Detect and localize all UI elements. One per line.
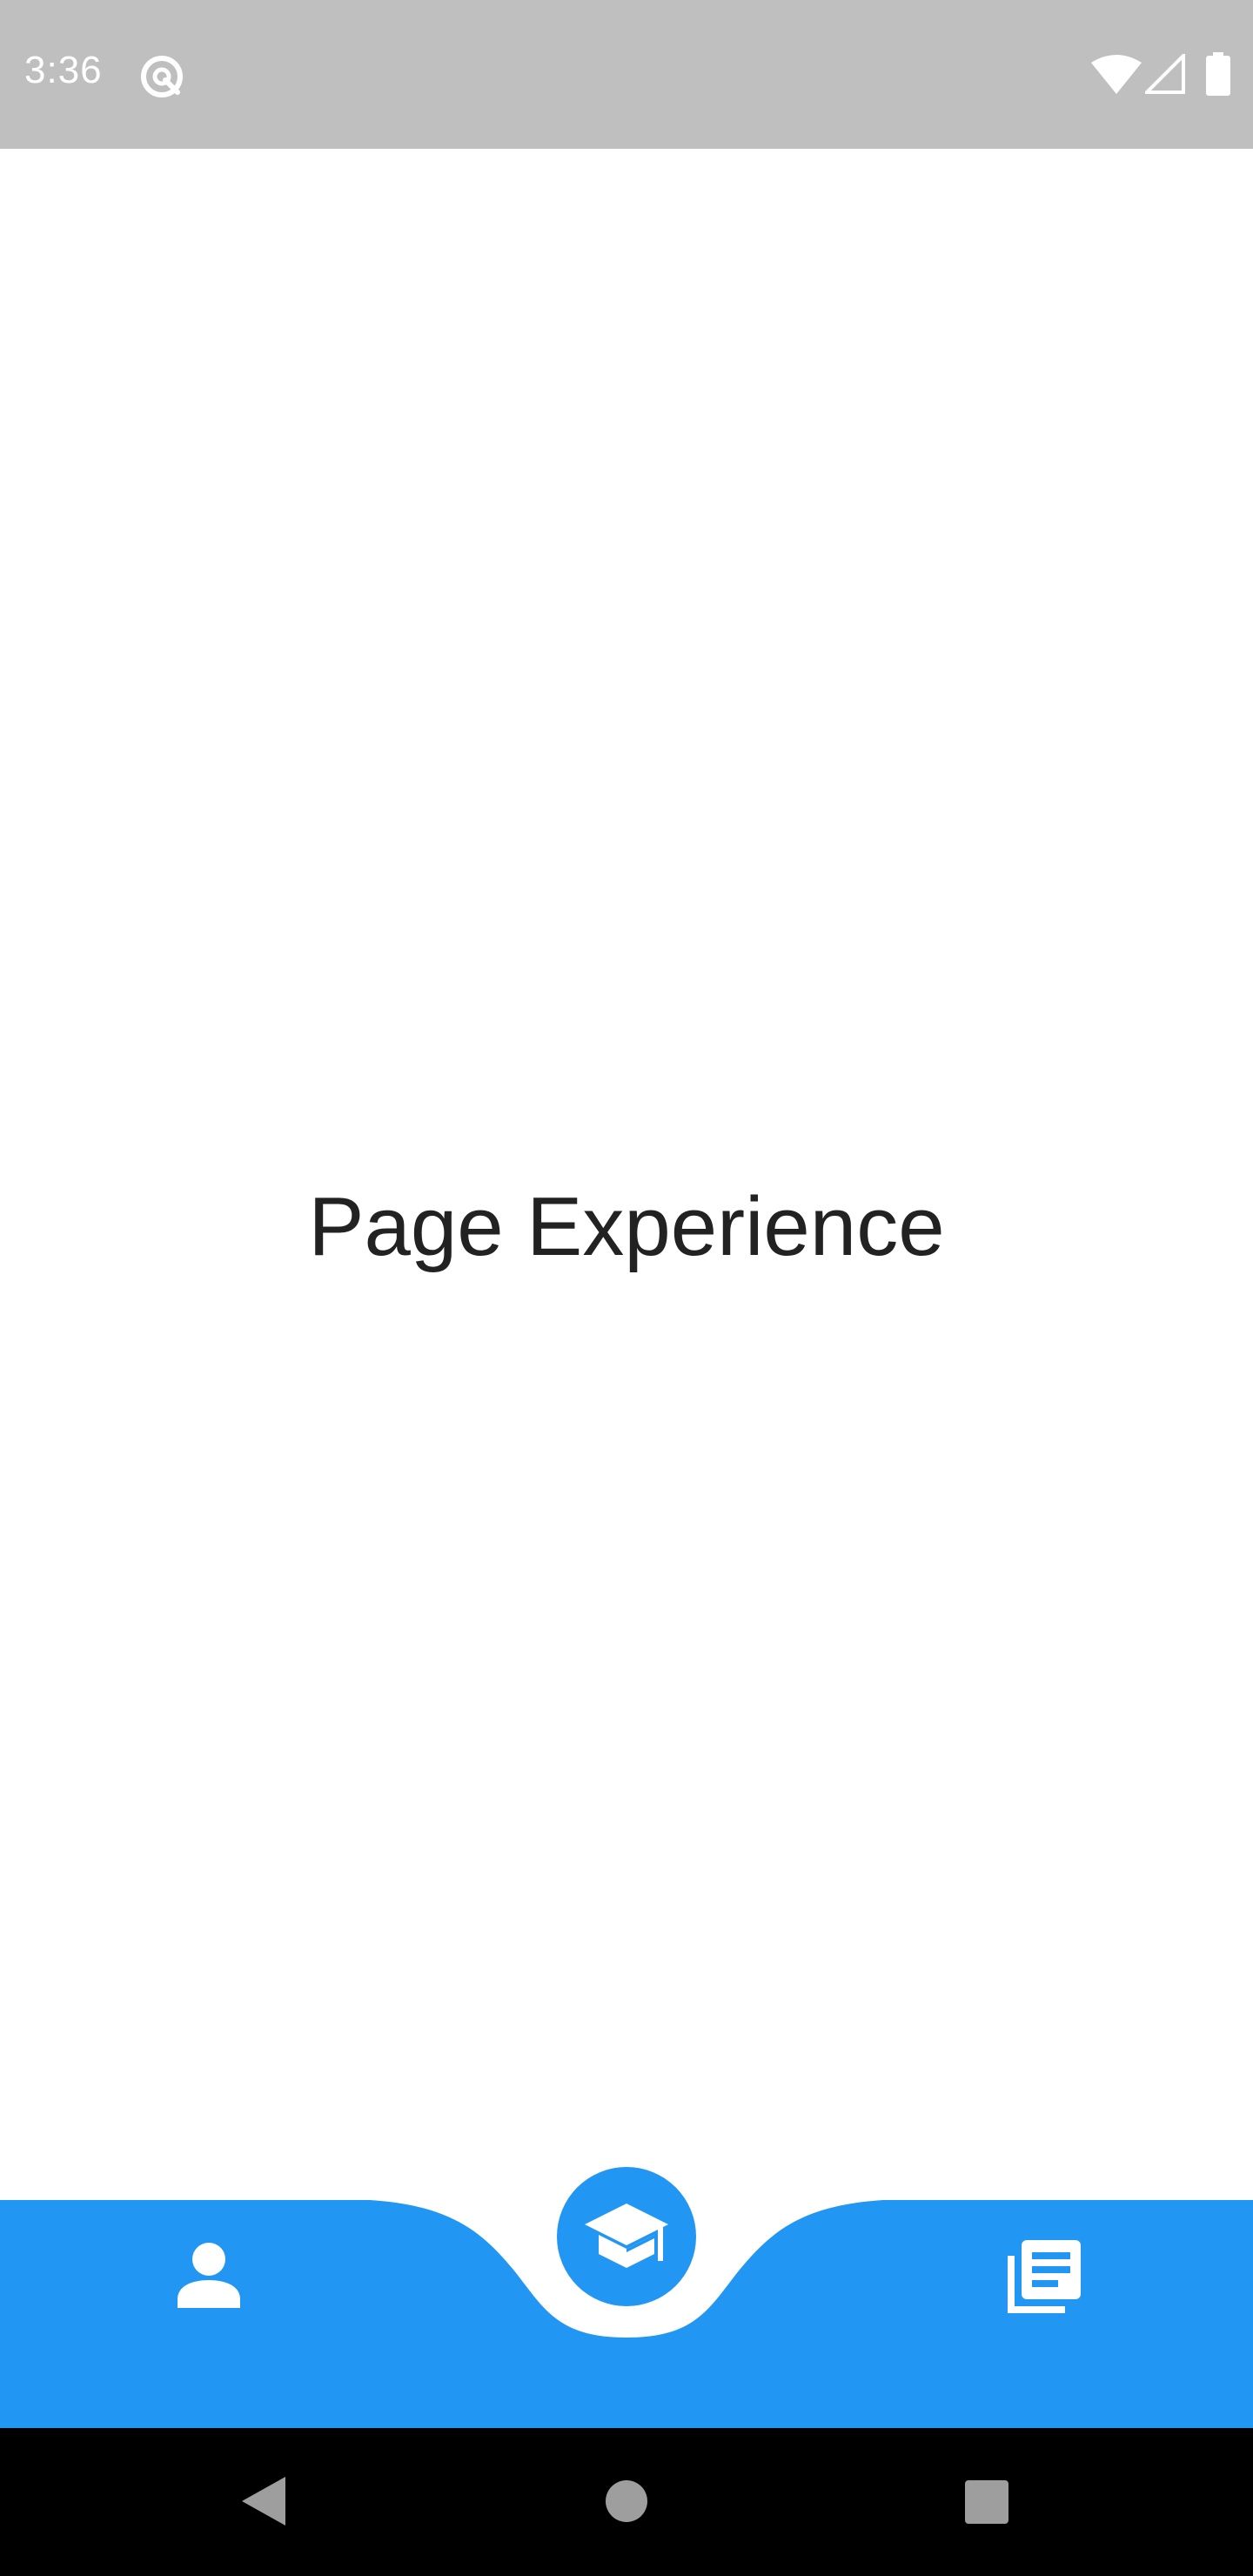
- person-icon: [178, 2243, 240, 2308]
- status-time: 3:36: [24, 49, 103, 91]
- home-icon[interactable]: [606, 2480, 647, 2522]
- nav-learning-button[interactable]: [557, 2167, 696, 2306]
- battery-icon: [1206, 52, 1230, 96]
- recents-icon[interactable]: [965, 2480, 1008, 2524]
- bottom-navigation-bar: [0, 2167, 1253, 2428]
- app-notification-icon: [141, 56, 183, 97]
- nav-profile-button[interactable]: [172, 2237, 245, 2310]
- system-navigation-bar: [0, 2428, 1253, 2576]
- back-icon[interactable]: [238, 2475, 287, 2527]
- newspaper-icon: [1008, 2240, 1081, 2313]
- page-title: Page Experience: [308, 1180, 945, 1273]
- nav-news-button[interactable]: [1004, 2237, 1084, 2317]
- status-bar: 3:36: [0, 0, 1253, 149]
- wifi-icon: [1091, 55, 1142, 94]
- cell-signal-icon: [1145, 54, 1185, 94]
- graduation-cap-icon: [585, 2204, 668, 2268]
- main-content: Page Experience: [0, 149, 1253, 2201]
